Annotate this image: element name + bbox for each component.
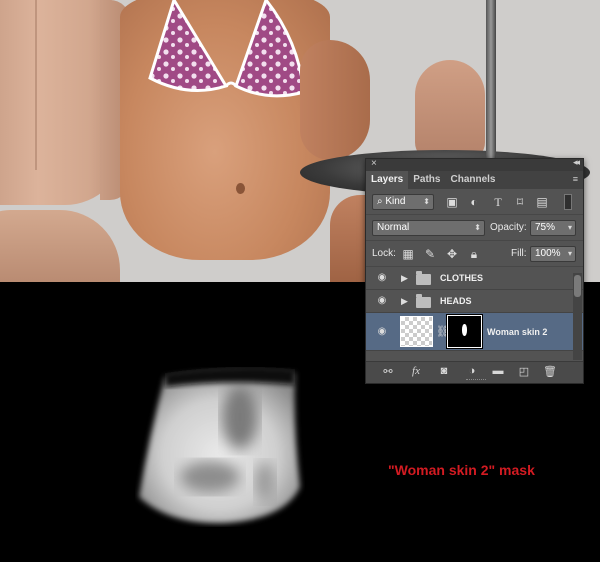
blend-row: Normal ⬍ Opacity: 75% ▾ [366, 215, 583, 241]
folder-icon [416, 271, 431, 285]
layer-row-heads[interactable]: ◉ ▶ HEADS [366, 290, 583, 313]
layer-row-woman-skin-2[interactable]: ◉ ⛓ Woman skin 2 [366, 313, 583, 351]
eye-icon[interactable]: ◉ [375, 326, 389, 337]
filter-row: ⌕ Kind ⬍ ▣ ◐ T ⌑ ▤ [366, 189, 583, 215]
add-mask-icon[interactable]: ◙ [436, 365, 452, 377]
tab-layers[interactable]: Layers [366, 171, 409, 189]
image-filter-icon[interactable]: ▣ [444, 194, 460, 210]
scrollbar-thumb[interactable] [574, 275, 581, 297]
link-layers-icon[interactable]: ⚯ [380, 365, 396, 378]
fill-field[interactable]: 100% ▾ [530, 246, 576, 262]
bikini-top [148, 0, 306, 98]
adjustment-layer-icon[interactable]: ◑ [464, 365, 480, 377]
tab-channels[interactable]: Channels [445, 171, 500, 189]
blend-mode-value: Normal [377, 222, 410, 233]
navel [236, 183, 245, 194]
mannequin-foot [415, 60, 485, 160]
panel-footer: ⚯ fx ◙ ◑ ▬ ◰ 🗑︎ [366, 361, 583, 383]
collapse-icon[interactable]: ◂◂ [573, 157, 580, 168]
trash-icon[interactable]: 🗑︎ [542, 365, 558, 378]
lock-image-icon[interactable]: ✎ [422, 246, 438, 262]
new-group-icon[interactable]: ▬ [490, 365, 506, 377]
chevron-down-icon: ▾ [567, 249, 572, 258]
adjustment-filter-icon[interactable]: ◐ [466, 194, 482, 210]
lock-transparent-icon[interactable]: ▦ [400, 246, 416, 262]
eye-icon[interactable]: ◉ [375, 272, 389, 283]
opacity-field[interactable]: 75% ▾ [530, 220, 576, 236]
left-leg [0, 210, 120, 282]
eye-icon[interactable]: ◉ [375, 295, 389, 306]
opacity-label: Opacity: [490, 222, 527, 233]
type-filter-icon[interactable]: T [490, 194, 506, 210]
kind-label: Kind [385, 196, 406, 207]
panel-titlebar[interactable]: × ◂◂ [366, 157, 583, 171]
chevron-updown-icon: ⬍ [474, 223, 481, 232]
layer-mask-thumbnail[interactable] [447, 315, 482, 348]
blend-mode-dropdown[interactable]: Normal ⬍ [372, 220, 485, 236]
folder-icon [416, 294, 431, 308]
layer-mask-shape [139, 367, 300, 524]
disclosure-triangle-icon[interactable]: ▶ [401, 273, 408, 284]
tab-paths[interactable]: Paths [408, 171, 445, 189]
mask-caption: "Woman skin 2" mask [388, 462, 535, 478]
lock-label: Lock: [372, 248, 396, 259]
chevron-down-icon: ▾ [567, 223, 572, 232]
smart-object-filter-icon[interactable]: ▤ [534, 194, 550, 210]
layers-scrollbar[interactable] [573, 273, 582, 360]
right-arm [300, 40, 370, 160]
fx-icon[interactable]: fx [408, 365, 424, 377]
layer-name: Woman skin 2 [487, 327, 548, 337]
kind-filter-dropdown[interactable]: ⌕ Kind ⬍ [372, 194, 434, 210]
resize-grip[interactable] [466, 379, 486, 382]
panel-tab-row: Layers Paths Channels ≡ [366, 171, 583, 189]
lock-row: Lock: ▦ ✎ ✥ 🔒︎ Fill: 100% ▾ [366, 241, 583, 267]
lock-position-icon[interactable]: ✥ [444, 246, 460, 262]
photoshop-canvas: "Woman skin 2" mask × ◂◂ Layers Paths Ch… [0, 0, 600, 562]
layer-name: HEADS [440, 296, 472, 306]
layer-thumbnail[interactable] [400, 316, 433, 347]
layers-panel: × ◂◂ Layers Paths Channels ≡ ⌕ Kind ⬍ ▣ … [365, 157, 584, 384]
shape-filter-icon[interactable]: ⌑ [512, 194, 528, 210]
layer-name: CLOTHES [440, 273, 484, 283]
filter-toggle-icon[interactable] [564, 194, 572, 210]
close-icon[interactable]: × [371, 158, 377, 169]
lock-all-icon[interactable]: 🔒︎ [466, 246, 482, 262]
layer-row-clothes[interactable]: ◉ ▶ CLOTHES [366, 267, 583, 290]
disclosure-triangle-icon[interactable]: ▶ [401, 296, 408, 307]
panel-menu-icon[interactable]: ≡ [573, 174, 578, 184]
new-layer-icon[interactable]: ◰ [516, 365, 532, 378]
fill-label: Fill: [511, 248, 527, 259]
mannequin-stand-pole [486, 0, 496, 160]
chevron-updown-icon: ⬍ [423, 197, 430, 206]
opacity-value: 75% [535, 222, 556, 233]
fill-value: 100% [535, 248, 561, 259]
